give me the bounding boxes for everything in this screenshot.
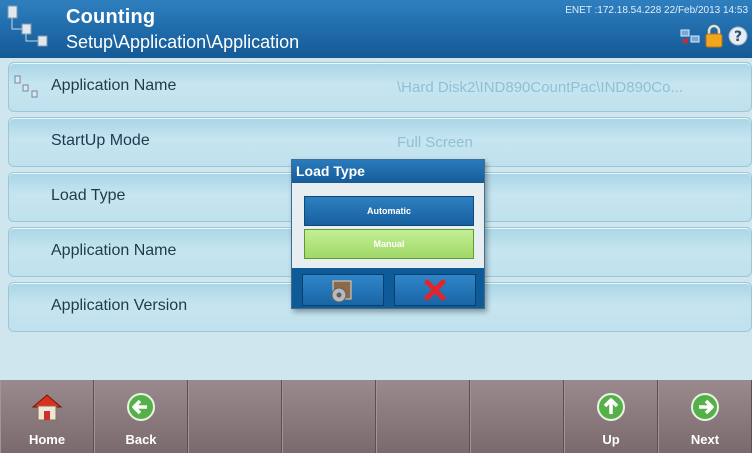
option-manual[interactable]: Manual xyxy=(304,229,474,259)
row-label: Application Version xyxy=(51,297,188,314)
list-item[interactable]: Application Name \Hard Disk2\IND890Count… xyxy=(8,62,752,112)
ok-button[interactable] xyxy=(302,274,384,306)
load-type-dialog: Load Type Automatic Manual xyxy=(291,159,485,309)
softkey-empty[interactable] xyxy=(282,380,376,453)
app-title: Counting xyxy=(66,6,156,28)
status-text: ENET :172.18.54.228 22/Feb/2013 14:53 xyxy=(565,5,748,16)
close-icon xyxy=(424,279,446,301)
row-label: Application Name xyxy=(51,242,177,259)
softkey-bar: Home Back Up Next xyxy=(0,380,752,453)
next-button[interactable]: Next xyxy=(658,380,752,453)
dialog-title: Load Type xyxy=(292,160,484,183)
dialog-footer xyxy=(292,268,484,308)
softkey-empty[interactable] xyxy=(470,380,564,453)
home-button[interactable]: Home xyxy=(0,380,94,453)
arrow-right-icon xyxy=(691,393,719,421)
tree-icon xyxy=(7,5,48,47)
softkey-label: Up xyxy=(602,432,620,447)
network-icon xyxy=(680,29,700,44)
home-icon xyxy=(31,394,63,421)
arrow-left-icon xyxy=(127,393,155,421)
up-button[interactable]: Up xyxy=(564,380,658,453)
confirm-icon xyxy=(331,280,352,303)
lock-icon[interactable] xyxy=(704,24,724,48)
row-label: StartUp Mode xyxy=(51,132,150,149)
arrow-up-icon xyxy=(597,393,625,421)
back-button[interactable]: Back xyxy=(94,380,188,453)
tree-icon xyxy=(14,75,38,98)
row-value: \Hard Disk2\IND890CountPac\IND890Co... xyxy=(397,79,683,96)
row-value: Full Screen xyxy=(397,134,473,151)
softkey-label: Back xyxy=(125,432,157,447)
softkey-empty[interactable] xyxy=(188,380,282,453)
softkey-empty[interactable] xyxy=(376,380,470,453)
cancel-button[interactable] xyxy=(394,274,476,306)
breadcrumb: Setup\Application\Application xyxy=(66,32,300,52)
row-label: Load Type xyxy=(51,187,126,204)
softkey-label: Home xyxy=(28,432,66,447)
row-label: Application Name xyxy=(51,77,177,94)
help-icon[interactable]: ? xyxy=(728,26,748,46)
svg-text:?: ? xyxy=(734,29,742,45)
option-automatic[interactable]: Automatic xyxy=(304,196,474,226)
softkey-label: Next xyxy=(690,432,720,447)
title-bar: Counting Setup\Application\Application E… xyxy=(0,0,752,58)
